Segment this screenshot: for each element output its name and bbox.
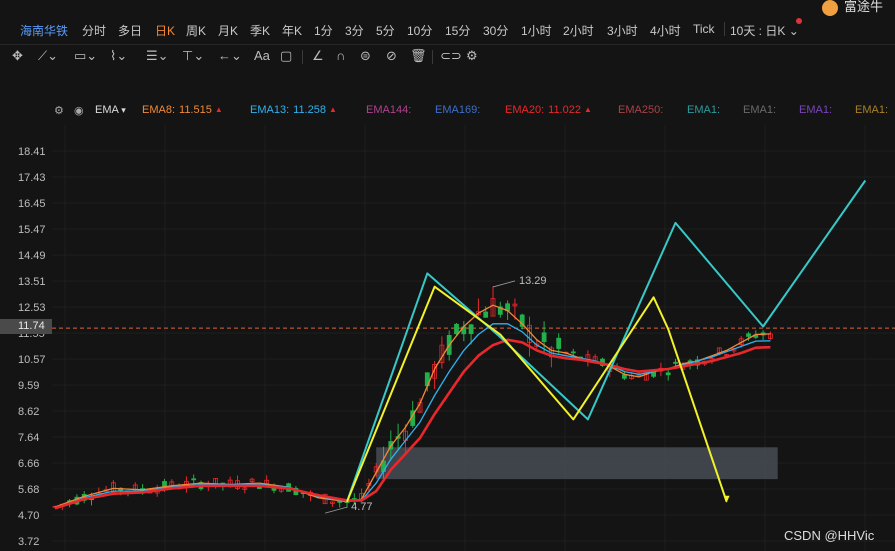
candle-body: [622, 374, 627, 379]
y-tick-label: 10.57: [18, 354, 46, 366]
watermark: CSDN @HHVic: [784, 528, 875, 543]
candle-body: [541, 332, 547, 342]
y-tick-label: 5.68: [18, 484, 39, 496]
current-price-label: 11.74: [0, 319, 52, 334]
candle-body: [570, 351, 576, 354]
annotation-label: 4.77: [351, 501, 372, 513]
y-tick-label: 14.49: [18, 250, 46, 262]
candle-body: [191, 478, 197, 481]
y-tick-label: 4.70: [18, 510, 39, 522]
candle-body: [468, 324, 474, 335]
y-tick-label: 13.51: [18, 276, 46, 288]
candle-body: [483, 311, 489, 318]
candle-body: [665, 372, 671, 376]
y-tick-label: 9.59: [18, 380, 39, 392]
y-tick-label: 12.53: [18, 302, 46, 314]
y-tick-label: 8.62: [18, 406, 39, 418]
y-tick-label: 7.64: [18, 432, 39, 444]
price-chart[interactable]: 18.4117.4316.4515.4714.4913.5112.5311.55…: [0, 0, 895, 551]
candle-body: [746, 333, 751, 337]
wave-arrowhead: [723, 495, 730, 503]
y-tick-label: 18.41: [18, 146, 46, 158]
candle-body: [337, 501, 343, 503]
y-tick-label: 15.47: [18, 224, 46, 236]
annotation-label: 13.29: [519, 275, 547, 287]
candle-body: [673, 361, 678, 364]
annotation-leader: [324, 506, 348, 514]
y-tick-label: 6.66: [18, 458, 39, 470]
annotation-leader: [492, 280, 516, 288]
y-tick-label: 16.45: [18, 198, 46, 210]
y-tick-label: 17.43: [18, 172, 46, 184]
candle-body: [454, 323, 459, 335]
y-tick-label: 3.72: [18, 536, 39, 548]
candle-body: [556, 337, 562, 349]
